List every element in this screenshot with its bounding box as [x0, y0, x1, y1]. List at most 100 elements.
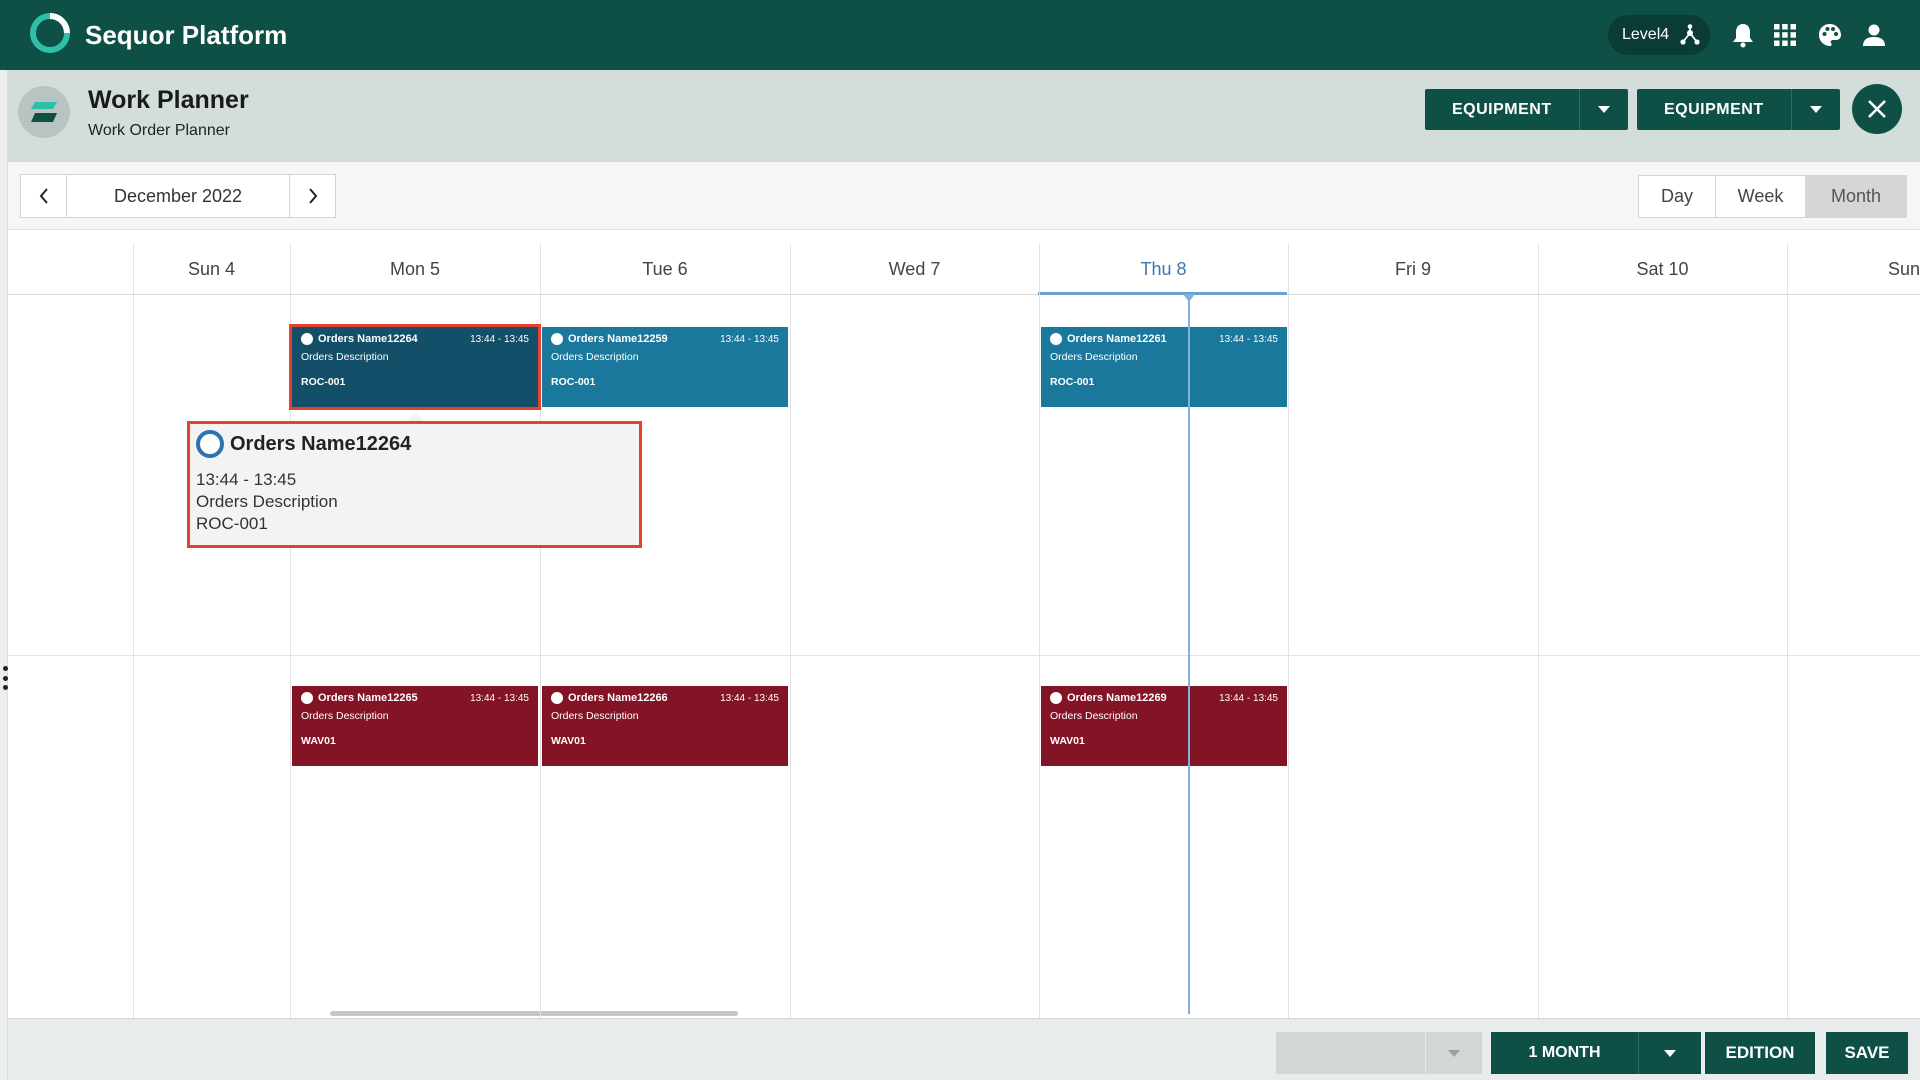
user-menu-button[interactable]: [1859, 20, 1889, 50]
day-header[interactable]: Sat 10: [1538, 244, 1787, 294]
day-header[interactable]: Thu 8: [1039, 244, 1288, 294]
header-divider: [8, 294, 1920, 295]
event-name: Orders Name12265: [318, 692, 418, 704]
footer-select-dropdown[interactable]: [1426, 1032, 1482, 1074]
tooltip-code: ROC-001: [196, 514, 268, 533]
resource-row-divider: [8, 655, 1920, 656]
calendar-toolbar: December 2022 Day Week Month: [8, 162, 1920, 230]
side-panel-handle[interactable]: [0, 70, 8, 1080]
work-order-event[interactable]: Orders Name12269 13:44 - 13:45 Orders Desc…: [1041, 686, 1287, 766]
theme-button[interactable]: [1815, 20, 1845, 50]
day-column-divider: [290, 244, 291, 1018]
page-title: Work Planner: [88, 86, 249, 114]
date-navigator: December 2022: [20, 174, 336, 218]
tooltip-caret: [406, 412, 424, 421]
work-order-event[interactable]: Orders Name12264 13:44 - 13:45 Orders Desc…: [289, 324, 541, 410]
page-subtitle: Work Order Planner: [88, 122, 230, 139]
app-avatar: [18, 86, 70, 138]
view-month-button[interactable]: Month: [1806, 176, 1906, 217]
chevron-right-icon: [308, 188, 317, 204]
range-label[interactable]: 1 MONTH: [1491, 1032, 1639, 1074]
day-column-divider: [1039, 244, 1040, 1018]
event-time: 13:44 - 13:45: [470, 333, 529, 345]
event-name: Orders Name12259: [568, 333, 668, 345]
status-dot-icon: [301, 333, 313, 345]
brand-title: Sequor Platform: [85, 20, 288, 50]
equipment-filter-2-dropdown[interactable]: [1792, 89, 1840, 130]
range-selector[interactable]: 1 MONTH: [1491, 1032, 1701, 1074]
event-resource-code: WAV01: [1050, 735, 1085, 747]
equipment-filter-1-label[interactable]: EQUIPMENT: [1425, 89, 1580, 130]
view-week-button[interactable]: Week: [1716, 176, 1806, 217]
day-column-divider: [1288, 244, 1289, 1018]
range-dropdown[interactable]: [1639, 1032, 1701, 1074]
calendar-grid: Sun 4 Mon 5 Tue 6 Wed 7 Thu 8 Fri 9 Sat 10 Sun O…: [8, 230, 1920, 1018]
caret-down-icon: [1448, 1049, 1460, 1057]
footer-bar: 1 MONTH EDITION SAVE: [8, 1018, 1920, 1080]
caret-down-icon: [1809, 106, 1822, 113]
level-label: Level4: [1622, 26, 1670, 43]
event-time: 13:44 - 13:45: [720, 692, 779, 704]
edition-button[interactable]: EDITION: [1705, 1032, 1815, 1074]
work-order-event[interactable]: Orders Name12259 13:44 - 13:45 Orders Desc…: [542, 327, 788, 407]
current-period-label[interactable]: December 2022: [67, 175, 289, 217]
equipment-filter-2-label[interactable]: EQUIPMENT: [1637, 89, 1792, 130]
work-order-event[interactable]: Orders Name12261 13:44 - 13:45 Orders Desc…: [1041, 327, 1287, 407]
event-name: Orders Name12261: [1067, 333, 1167, 345]
hierarchy-icon: [1680, 24, 1700, 45]
user-icon: [1863, 24, 1885, 46]
equipment-filter-1-dropdown[interactable]: [1580, 89, 1628, 130]
day-header[interactable]: Mon 5: [290, 244, 540, 294]
event-resource-code: ROC-001: [551, 376, 596, 388]
event-resource-code: WAV01: [301, 735, 336, 747]
event-description: Orders Description: [1050, 710, 1138, 722]
work-order-event[interactable]: Orders Name12265 13:44 - 13:45 Orders Desc…: [292, 686, 538, 766]
status-dot-icon: [1050, 692, 1062, 704]
event-description: Orders Description: [301, 710, 389, 722]
event-time: 13:44 - 13:45: [720, 333, 779, 345]
page-header: Work Planner Work Order Planner EQUIPMEN…: [8, 70, 1920, 162]
day-column-divider: [1787, 244, 1788, 1018]
bell-icon: [1733, 24, 1753, 48]
event-resource-code: WAV01: [551, 735, 586, 747]
status-ring-icon: [196, 430, 224, 458]
footer-select[interactable]: [1276, 1032, 1482, 1074]
footer-select-value[interactable]: [1276, 1032, 1426, 1074]
event-name: Orders Name12269: [1067, 692, 1167, 704]
tooltip-title: Orders Name12264: [230, 432, 412, 455]
status-dot-icon: [551, 692, 563, 704]
day-column-divider: [540, 244, 541, 1018]
day-header[interactable]: Sun 4: [133, 244, 290, 294]
level-selector[interactable]: Level4: [1608, 15, 1710, 55]
day-header[interactable]: Wed 7: [790, 244, 1039, 294]
day-header[interactable]: Tue 6: [540, 244, 790, 294]
equipment-filter-2[interactable]: EQUIPMENT: [1637, 89, 1840, 130]
status-dot-icon: [551, 333, 563, 345]
previous-button[interactable]: [21, 175, 67, 217]
event-name: Orders Name12266: [568, 692, 668, 704]
close-icon: [1868, 100, 1886, 118]
event-description: Orders Description: [301, 351, 389, 363]
day-header[interactable]: Fri 9: [1288, 244, 1538, 294]
event-resource-code: ROC-001: [1050, 376, 1095, 388]
next-button[interactable]: [289, 175, 335, 217]
notifications-button[interactable]: [1728, 20, 1758, 50]
apps-button[interactable]: [1770, 20, 1800, 50]
horizontal-scrollbar[interactable]: [330, 1011, 738, 1016]
palette-icon: [1819, 24, 1841, 46]
day-header[interactable]: Sun: [1787, 244, 1920, 294]
day-column-divider: [133, 244, 134, 1018]
work-order-event[interactable]: Orders Name12266 13:44 - 13:45 Orders Desc…: [542, 686, 788, 766]
event-time: 13:44 - 13:45: [1219, 333, 1278, 345]
day-column-divider: [790, 244, 791, 1018]
chevron-left-icon: [39, 188, 48, 204]
close-button[interactable]: [1852, 84, 1902, 134]
day-column-divider: [1538, 244, 1539, 1018]
view-day-button[interactable]: Day: [1639, 176, 1716, 217]
equipment-filter-1[interactable]: EQUIPMENT: [1425, 89, 1628, 130]
work-planner-logo-icon: [31, 102, 57, 122]
tooltip-time: 13:44 - 13:45: [196, 470, 297, 489]
event-time: 13:44 - 13:45: [470, 692, 529, 704]
tooltip-description: Orders Description: [196, 492, 338, 511]
save-button[interactable]: SAVE: [1826, 1032, 1908, 1074]
